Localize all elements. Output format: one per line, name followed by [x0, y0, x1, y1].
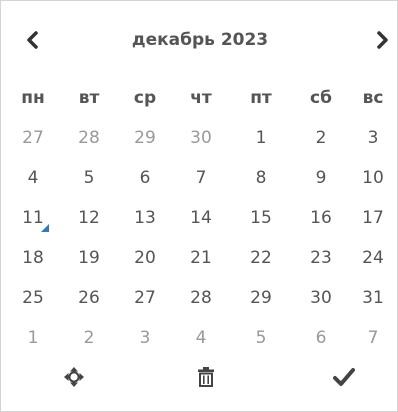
calendar-day[interactable]: 7 [345, 318, 398, 358]
datepicker-widget: декабрь 2023 пн вт ср чт пт сб вс 27 28 29… [0, 0, 398, 412]
next-month-button[interactable] [362, 23, 398, 57]
calendar-day[interactable]: 22 [233, 238, 289, 278]
calendar-day[interactable]: 14 [173, 198, 229, 238]
trash-icon [198, 367, 214, 387]
calendar-day[interactable]: 30 [293, 278, 349, 318]
calendar-day[interactable]: 6 [293, 318, 349, 358]
calendar-day[interactable]: 20 [117, 238, 173, 278]
calendar-day[interactable]: 28 [173, 278, 229, 318]
calendar-day[interactable]: 29 [233, 278, 289, 318]
calendar-day[interactable]: 4 [173, 318, 229, 358]
calendar-day[interactable]: 1 [233, 118, 289, 158]
weekday-label: чт [190, 88, 212, 108]
calendar-day[interactable]: 4 [5, 158, 61, 198]
weekday-label: сб [310, 88, 332, 108]
month-title[interactable]: декабрь 2023 [91, 23, 309, 57]
calendar-week-row: 4 5 6 7 8 9 10 [1, 158, 398, 198]
calendar-week-row: 18 19 20 21 22 23 24 [1, 238, 398, 278]
chevron-left-icon [27, 31, 38, 49]
calendar-toolbar [1, 357, 398, 397]
calendar-day[interactable]: 17 [345, 198, 398, 238]
calendar-day[interactable]: 18 [5, 238, 61, 278]
calendar-week-row: 25 26 27 28 29 30 31 [1, 278, 398, 318]
weekday-label: пт [250, 88, 272, 108]
calendar-week-row: 27 28 29 30 1 2 3 [1, 118, 398, 158]
calendar-day[interactable]: 13 [117, 198, 173, 238]
calendar-day[interactable]: 8 [233, 158, 289, 198]
calendar-day[interactable]: 5 [61, 158, 117, 198]
calendar-header: декабрь 2023 [1, 23, 398, 57]
weekday-label: вт [78, 88, 100, 108]
close-button[interactable] [324, 357, 364, 397]
calendar-day[interactable]: 27 [117, 278, 173, 318]
calendar-day[interactable]: 29 [117, 118, 173, 158]
calendar-day[interactable]: 2 [61, 318, 117, 358]
calendar-week-row: 1234567 [1, 318, 398, 358]
calendar-day[interactable]: 24 [345, 238, 398, 278]
calendar-day[interactable]: 26 [61, 278, 117, 318]
calendar-day[interactable]: 28 [61, 118, 117, 158]
calendar-day[interactable]: 27 [5, 118, 61, 158]
calendar-day[interactable]: 16 [293, 198, 349, 238]
calendar-day[interactable]: 10 [345, 158, 398, 198]
calendar-day[interactable]: 7 [173, 158, 229, 198]
calendar-day[interactable]: 25 [5, 278, 61, 318]
calendar-day[interactable]: 15 [233, 198, 289, 238]
calendar-day[interactable]: 21 [173, 238, 229, 278]
calendar-day[interactable]: 3 [345, 118, 398, 158]
calendar-day[interactable]: 12 [61, 198, 117, 238]
calendar-day[interactable]: 23 [293, 238, 349, 278]
calendar-day[interactable]: 3 [117, 318, 173, 358]
calendar-day[interactable]: 31 [345, 278, 398, 318]
calendar-day[interactable]: 2 [293, 118, 349, 158]
chevron-right-icon [377, 31, 388, 49]
move-button[interactable] [54, 357, 94, 397]
prev-month-button[interactable] [13, 23, 53, 57]
calendar-day[interactable]: 19 [61, 238, 117, 278]
calendar-week-row: 11 12 13 14 15 16 17 [1, 198, 398, 238]
calendar-day[interactable]: 9 [293, 158, 349, 198]
calendar-day[interactable]: 6 [117, 158, 173, 198]
calendar-day-today[interactable]: 11 [5, 198, 61, 238]
calendar-day[interactable]: 30 [173, 118, 229, 158]
weekday-label: вс [362, 88, 384, 108]
weekday-label: пн [21, 88, 45, 108]
checkmark-icon [333, 368, 355, 386]
calendar-day[interactable]: 1 [5, 318, 61, 358]
clear-button[interactable] [186, 357, 226, 397]
weekday-header-row: пн вт ср чт пт сб вс [1, 78, 398, 118]
weekday-label: ср [133, 88, 157, 108]
move-arrows-icon [64, 367, 84, 387]
calendar-day[interactable]: 5 [233, 318, 289, 358]
